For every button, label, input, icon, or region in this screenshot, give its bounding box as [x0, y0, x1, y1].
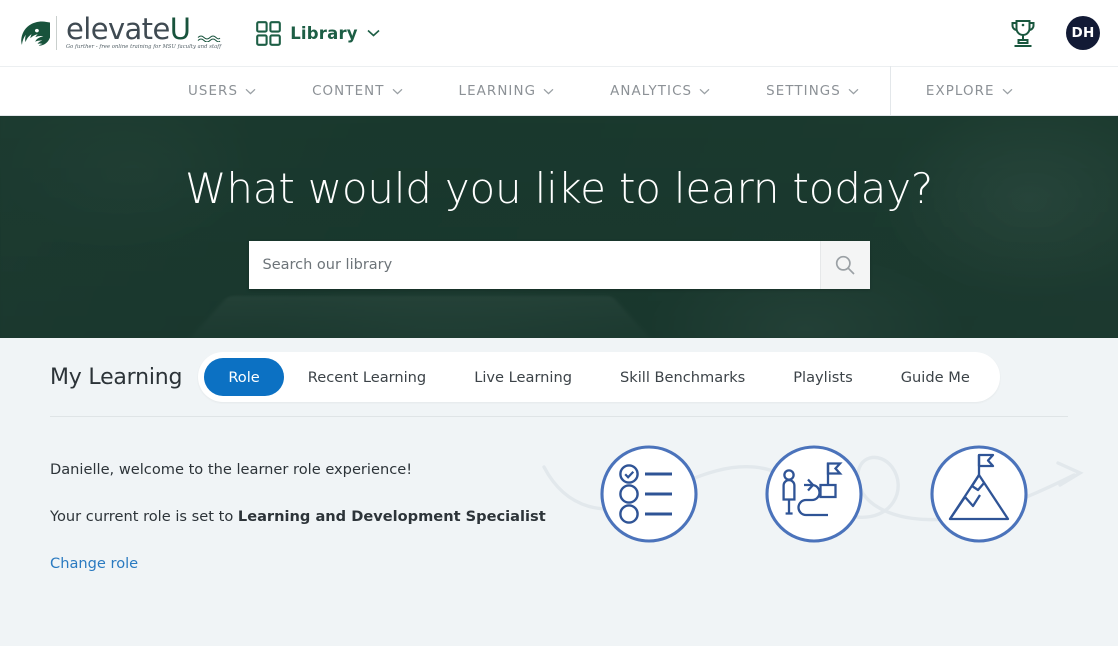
nav-item-label: USERS — [188, 83, 239, 99]
trophy-icon[interactable] — [1008, 18, 1038, 49]
library-menu-button[interactable]: Library — [256, 20, 380, 46]
tab-live-learning[interactable]: Live Learning — [450, 358, 596, 396]
tab-role[interactable]: Role — [204, 358, 284, 396]
my-learning-title: My Learning — [50, 364, 183, 390]
tab-playlists[interactable]: Playlists — [769, 358, 876, 396]
current-role-name: Learning and Development Specialist — [237, 507, 546, 525]
library-label: Library — [290, 23, 358, 43]
nav-group-primary: USERS CONTENT LEARNING ANALYTICS SETTING — [160, 84, 887, 99]
tab-label: Role — [228, 368, 260, 386]
chevron-down-icon — [245, 88, 256, 94]
nav-item-settings[interactable]: SETTINGS — [738, 84, 887, 99]
tab-label: Skill Benchmarks — [620, 368, 746, 386]
top-bar-right: DH — [1008, 16, 1100, 50]
nav-item-label: CONTENT — [312, 83, 385, 99]
chevron-down-icon — [392, 88, 402, 94]
tab-guide-me[interactable]: Guide Me — [877, 358, 994, 396]
tab-label: Playlists — [793, 368, 853, 386]
nav-item-label: EXPLORE — [925, 83, 995, 99]
logo-wordmark: elevateU Go further - free online traini… — [66, 15, 221, 50]
avatar-initials: DH — [1071, 25, 1095, 41]
journey-step-mountain — [930, 445, 1028, 543]
nav-item-explore[interactable]: EXPLORE — [894, 84, 1041, 99]
search-icon — [835, 255, 855, 275]
role-journey-illustration — [542, 445, 1084, 543]
nav-item-label: ANALYTICS — [610, 83, 693, 99]
tab-label: Guide Me — [900, 368, 970, 386]
nav-item-label: LEARNING — [458, 83, 537, 99]
nav-item-content[interactable]: CONTENT — [284, 84, 430, 99]
tab-recent-learning[interactable]: Recent Learning — [284, 358, 450, 396]
chevron-down-icon — [1002, 88, 1013, 94]
main-navigation: USERS CONTENT LEARNING ANALYTICS SETTING — [0, 66, 1118, 116]
chevron-down-icon — [699, 88, 710, 94]
brand-logo[interactable]: elevateU Go further - free online traini… — [16, 15, 221, 50]
tab-label: Live Learning — [474, 368, 572, 386]
logo-u-letter: U — [169, 12, 191, 47]
hero-content: What would you like to learn today? — [0, 116, 1118, 289]
search-input[interactable] — [248, 241, 820, 289]
my-learning-section: My Learning Role Recent Learning Live Le… — [0, 338, 1118, 417]
nav-item-users[interactable]: USERS — [160, 84, 284, 99]
change-role-link[interactable]: Change role — [50, 555, 138, 572]
journey-step-checklist — [600, 445, 698, 543]
current-role-prefix: Your current role is set to — [50, 507, 238, 525]
page-title: What would you like to learn today? — [185, 164, 933, 213]
role-panel: Danielle, welcome to the learner role ex… — [0, 417, 1118, 638]
wave-underline-icon — [197, 35, 221, 42]
grid-icon — [256, 20, 282, 46]
top-bar: elevateU Go further - free online traini… — [0, 0, 1118, 66]
chevron-down-icon — [543, 88, 554, 94]
search-button[interactable] — [819, 241, 870, 289]
my-learning-header: My Learning Role Recent Learning Live Le… — [50, 338, 1068, 416]
logo-divider — [56, 16, 57, 50]
search-bar — [248, 241, 870, 289]
learning-tabs: Role Recent Learning Live Learning Skill… — [198, 352, 1000, 402]
nav-group-secondary: EXPLORE — [894, 84, 1041, 99]
tab-skill-benchmarks[interactable]: Skill Benchmarks — [596, 358, 769, 396]
spartan-helmet-icon — [21, 21, 50, 46]
nav-item-label: SETTINGS — [766, 83, 841, 99]
hero-banner: What would you like to learn today? — [0, 116, 1118, 338]
nav-item-learning[interactable]: LEARNING — [431, 84, 583, 99]
journey-step-path — [765, 445, 863, 543]
tab-label: Recent Learning — [307, 368, 427, 386]
nav-item-analytics[interactable]: ANALYTICS — [582, 84, 738, 99]
nav-divider — [889, 66, 891, 116]
chevron-down-icon — [848, 88, 859, 94]
logo-tagline: Go further - free online training for MS… — [66, 44, 222, 51]
avatar[interactable]: DH — [1066, 16, 1100, 50]
chevron-down-icon — [367, 29, 380, 37]
